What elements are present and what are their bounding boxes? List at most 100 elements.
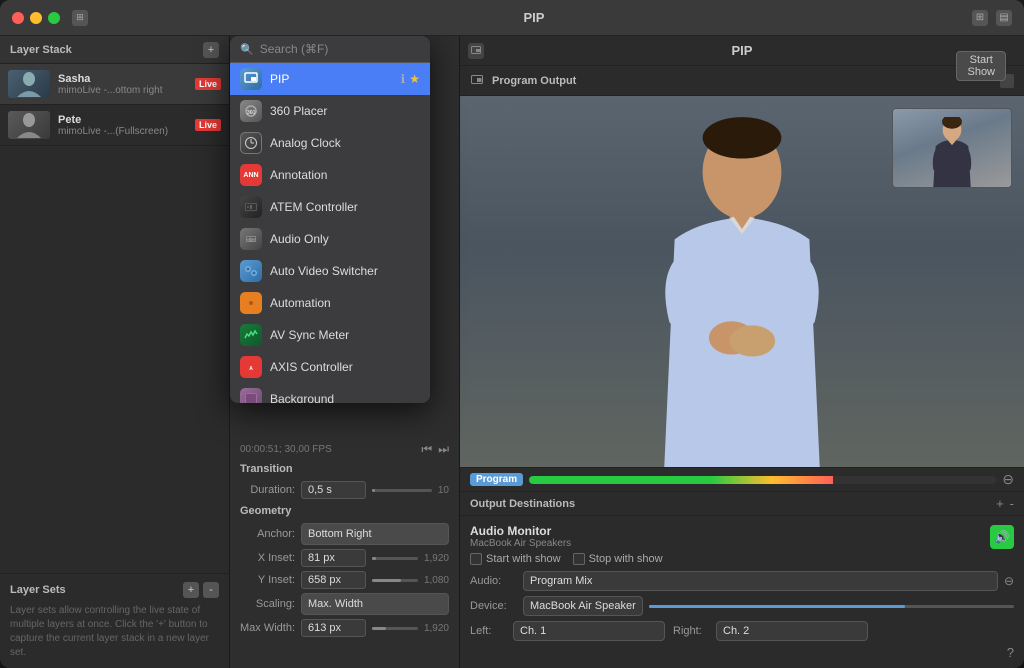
audio-monitor-toggle[interactable]: 🔊 (990, 525, 1014, 549)
close-button[interactable] (12, 12, 24, 24)
remove-destination-button[interactable]: - (1010, 496, 1014, 511)
duration-row: Duration: 0,5 s 10 (240, 481, 449, 499)
automation-icon (240, 292, 262, 314)
right-channel-select[interactable]: Ch. 2 (716, 621, 868, 641)
max-width-value[interactable]: 613 px (301, 619, 366, 637)
dropdown-item-background[interactable]: Background (230, 383, 430, 403)
transport-controls: ⏮ ⏭ (421, 442, 449, 457)
audio-icon (240, 228, 262, 250)
start-with-show-checkbox[interactable]: Start with show (470, 553, 561, 565)
duration-slider[interactable] (372, 489, 432, 492)
dropdown-list: PIP ℹ ★ 360 360 Placer (230, 63, 430, 403)
dropdown-item-automation[interactable]: Automation (230, 287, 430, 319)
start-with-show-box[interactable] (470, 553, 482, 565)
360-icon: 360 (240, 100, 262, 122)
pip-title-icons (468, 43, 484, 59)
layer-stack-panel: Layer Stack + Sasha mimoLive -...ottom r… (0, 36, 230, 668)
layer-type-dropdown: 🔍 PIP ℹ ★ (230, 36, 430, 403)
dropdown-search-input[interactable] (260, 42, 420, 56)
audio-select-minus-icon[interactable]: ⊖ (1004, 574, 1014, 588)
titlebar: ⊞ PIP ⊞ ▤ (0, 0, 1024, 36)
dropdown-item-axis[interactable]: A AXIS Controller (230, 351, 430, 383)
right-channel-label: Right: (673, 625, 708, 637)
program-badge: Program (470, 473, 523, 486)
dropdown-item-atem[interactable]: ATEM Controller (230, 191, 430, 223)
audio-meter-minus-icon[interactable]: ⊖ (1002, 471, 1014, 488)
dropdown-item-avsync[interactable]: AV Sync Meter (230, 319, 430, 351)
device-volume-slider[interactable] (649, 605, 1014, 608)
geometry-title: Geometry (240, 505, 449, 517)
y-inset-row: Y Inset: 658 px 1,080 (240, 571, 449, 589)
dropdown-item-pip[interactable]: PIP ℹ ★ (230, 63, 430, 95)
info-icon[interactable]: ℹ (401, 72, 406, 86)
max-width-slider[interactable] (372, 627, 418, 630)
main-subject-silhouette (602, 115, 882, 467)
x-inset-max: 1,920 (424, 553, 449, 564)
scaling-select[interactable]: Max. Width (301, 593, 449, 615)
lr-channels-row: Left: Ch. 1 Right: Ch. 2 (470, 621, 1014, 641)
maximize-button[interactable] (48, 12, 60, 24)
dropdown-item-audio[interactable]: Audio Only (230, 223, 430, 255)
titlebar-grid-icon[interactable]: ⊞ (972, 10, 988, 26)
right-panel: PIP Start Show Program Output (460, 36, 1024, 668)
device-field-row: Device: MacBook Air Speakers (470, 596, 1014, 616)
start-show-button[interactable]: Start Show (956, 51, 1006, 81)
layer-thumb-sasha-preview (8, 70, 50, 98)
dropdown-item-clock[interactable]: Analog Clock (230, 127, 430, 159)
audio-monitor-header: Audio Monitor MacBook Air Speakers 🔊 (470, 524, 1014, 549)
titlebar-layout-icon[interactable]: ▤ (996, 10, 1012, 26)
audio-monitor-section: Audio Monitor MacBook Air Speakers 🔊 Sta… (460, 515, 1024, 668)
dropdown-axis-label: AXIS Controller (270, 360, 420, 374)
layer-sets-section: Layer Sets + - Layer sets allow controll… (0, 573, 229, 668)
prev-frame-icon[interactable]: ⏮ (421, 442, 432, 457)
layer-item-pete[interactable]: Pete mimoLive -...(Fullscreen) Live (0, 105, 229, 146)
anchor-select[interactable]: Bottom Right (301, 523, 449, 545)
dropdown-item-360[interactable]: 360 360 Placer (230, 95, 430, 127)
left-channel-select[interactable]: Ch. 1 (513, 621, 665, 641)
anchor-row: Anchor: Bottom Right (240, 523, 449, 545)
x-inset-slider[interactable] (372, 557, 418, 560)
minimize-button[interactable] (30, 12, 42, 24)
pip-inset-window (892, 108, 1012, 188)
layer-stack-header: Layer Stack + (0, 36, 229, 64)
svg-text:360: 360 (247, 110, 256, 116)
y-inset-slider[interactable] (372, 579, 418, 582)
help-button[interactable]: ? (1007, 645, 1014, 660)
audio-field-row: Audio: Program Mix ⊖ (470, 571, 1014, 591)
layer-thumb-pete (8, 111, 50, 139)
atem-icon (240, 196, 262, 218)
audio-meter-fill (529, 476, 833, 484)
layer-sasha-live-badge: Live (195, 78, 221, 90)
program-video-area (460, 96, 1024, 467)
app-window: ⊞ PIP ⊞ ▤ Layer Stack + (0, 0, 1024, 668)
audio-monitor-title: Audio Monitor (470, 524, 571, 538)
left-channel-label: Left: (470, 625, 505, 637)
dropdown-item-annotation[interactable]: ANN Annotation (230, 159, 430, 191)
x-inset-value[interactable]: 81 px (301, 549, 366, 567)
layer-sets-title: Layer Sets (10, 584, 66, 596)
duration-label: Duration: (240, 484, 295, 496)
main-video-frame (460, 96, 1024, 467)
remove-layer-set-button[interactable]: - (203, 582, 219, 598)
add-layer-set-button[interactable]: + (183, 582, 199, 598)
star-icon[interactable]: ★ (409, 72, 420, 86)
add-layer-button[interactable]: + (203, 42, 219, 58)
stop-with-show-checkbox[interactable]: Stop with show (573, 553, 663, 565)
audio-select[interactable]: Program Mix (523, 571, 998, 591)
layer-item-sasha[interactable]: Sasha mimoLive -...ottom right Live (0, 64, 229, 105)
audio-monitor-checkbox-row: Start with show Stop with show (470, 553, 1014, 565)
audio-level-meter (529, 476, 996, 484)
duration-value[interactable]: 0,5 s (301, 481, 366, 499)
add-destination-button[interactable]: + (996, 496, 1004, 511)
middle-panel: 🔍 PIP ℹ ★ (230, 36, 460, 668)
stop-with-show-box[interactable] (573, 553, 585, 565)
max-width-row: Max Width: 613 px 1,920 (240, 619, 449, 637)
svg-text:A: A (249, 366, 253, 372)
y-inset-value[interactable]: 658 px (301, 571, 366, 589)
window-title: PIP (96, 10, 972, 25)
dropdown-item-autovideo[interactable]: Auto Video Switcher (230, 255, 430, 287)
device-select[interactable]: MacBook Air Speakers (523, 596, 643, 616)
layer-thumb-sasha (8, 70, 50, 98)
next-frame-icon[interactable]: ⏭ (438, 442, 449, 457)
dropdown-audio-label: Audio Only (270, 232, 420, 246)
